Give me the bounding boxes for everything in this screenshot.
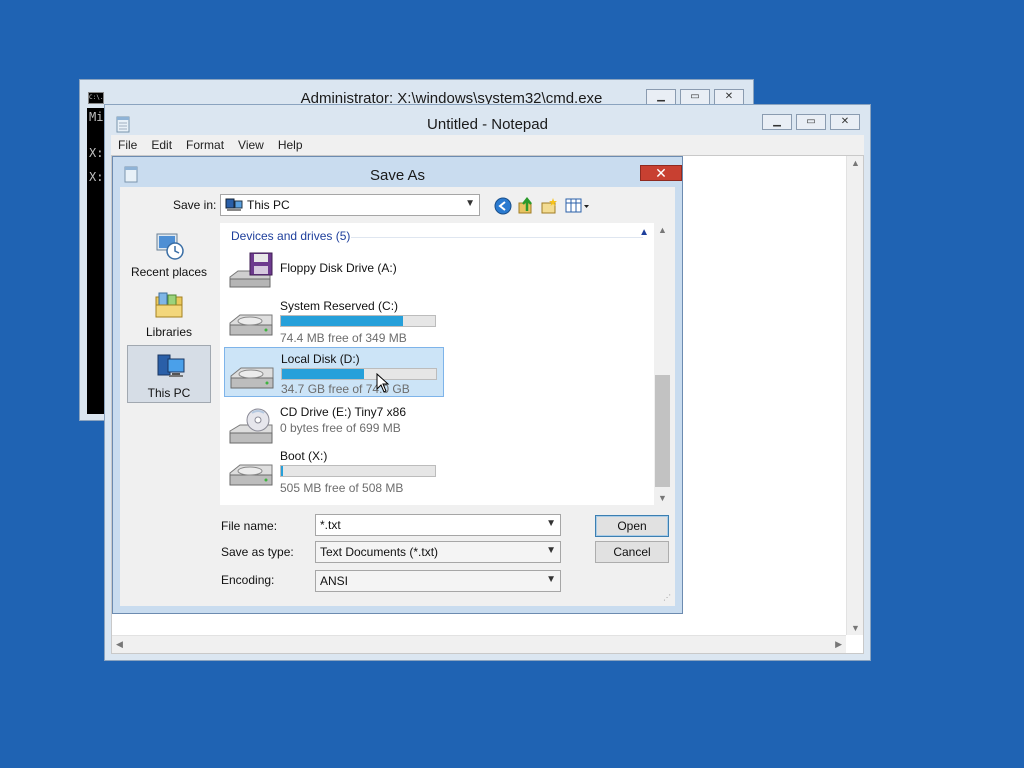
menu-help[interactable]: Help [271, 138, 310, 152]
drive-item-d[interactable]: Local Disk (D:) 34.7 GB free of 74.0 GB [224, 347, 444, 397]
drive-item-x[interactable]: Boot (X:) 505 MB free of 508 MB [224, 445, 444, 495]
chevron-down-icon: ▼ [546, 545, 556, 556]
place-recent-places[interactable]: Recent places [127, 225, 211, 283]
drive-free-space: 505 MB free of 508 MB [280, 481, 404, 495]
encoding-label: Encoding: [221, 573, 275, 587]
save-in-label: Save in: [173, 198, 217, 212]
drive-name: CD Drive (E:) Tiny7 x86 [280, 405, 407, 419]
drive-free-space: 34.7 GB free of 74.0 GB [281, 382, 410, 396]
this-pc-icon [157, 354, 185, 377]
encoding-dropdown[interactable]: ANSI ▼ [315, 570, 561, 592]
cmd-line: X: [89, 170, 104, 184]
drive-name: Floppy Disk Drive (A:) [280, 261, 397, 275]
scroll-up-icon[interactable]: ▲ [658, 225, 667, 235]
scroll-down-icon[interactable]: ▼ [851, 623, 860, 633]
drive-usage-bar [280, 315, 436, 327]
drive-name: System Reserved (C:) [280, 299, 399, 313]
chevron-down-icon: ▼ [465, 198, 475, 209]
notepad-horizontal-scrollbar[interactable]: ◀ ▶ [112, 635, 846, 653]
floppy-drive-icon [229, 252, 273, 288]
scroll-right-icon[interactable]: ▶ [835, 639, 842, 650]
menu-file[interactable]: File [111, 138, 144, 152]
notepad-close-button[interactable]: ✕ [830, 114, 860, 130]
mouse-pointer-icon [376, 373, 390, 393]
menu-format[interactable]: Format [179, 138, 231, 152]
save-as-dialog[interactable]: Save As ✕ Save in: This PC ▼ Recent plac… [112, 156, 683, 614]
cmd-minimize-button[interactable]: ▁ [646, 89, 676, 105]
back-icon[interactable] [494, 197, 512, 215]
drive-name: Boot (X:) [280, 449, 328, 463]
notepad-menubar: File Edit Format View Help [111, 135, 864, 155]
cmd-line: X: [89, 146, 104, 160]
place-label: Recent places [130, 265, 208, 279]
save-in-value: This PC [247, 198, 290, 212]
dialog-title: Save As [369, 167, 426, 184]
place-this-pc[interactable]: This PC [127, 345, 211, 403]
drive-item-floppy[interactable]: Floppy Disk Drive (A:) [224, 245, 444, 295]
notepad-minimize-button[interactable]: ▁ [762, 114, 792, 130]
scroll-down-icon[interactable]: ▼ [658, 493, 667, 503]
group-header-devices[interactable]: Devices and drives (5) [231, 229, 350, 243]
menu-edit[interactable]: Edit [144, 138, 179, 152]
file-name-value: *.txt [320, 518, 341, 532]
drive-usage-bar [281, 368, 437, 380]
notepad-vertical-scrollbar[interactable]: ▲ ▼ [846, 156, 863, 635]
list-vertical-scrollbar[interactable]: ▲ ▼ [654, 223, 671, 505]
up-folder-icon[interactable] [517, 197, 535, 215]
drive-name: Local Disk (D:) [281, 352, 360, 366]
view-menu-icon[interactable] [565, 197, 591, 215]
recent-places-icon [156, 233, 184, 260]
usage-fill [282, 369, 364, 379]
file-list-view[interactable]: Devices and drives (5) ▲ ▲ ▼ Floppy Disk… [220, 223, 671, 505]
open-button[interactable]: Open [595, 515, 669, 537]
chevron-down-icon[interactable]: ▼ [546, 518, 556, 529]
collapse-chevron-icon[interactable]: ▲ [639, 227, 649, 238]
file-name-label: File name: [221, 519, 278, 533]
libraries-icon [155, 292, 183, 318]
dialog-close-button[interactable]: ✕ [640, 165, 682, 181]
cmd-close-button[interactable]: ✕ [714, 89, 744, 105]
cmd-maximize-button[interactable]: ▭ [680, 89, 710, 105]
hard-drive-icon [230, 367, 274, 389]
menu-view[interactable]: View [231, 138, 271, 152]
scroll-up-icon[interactable]: ▲ [851, 158, 860, 168]
drive-item-e[interactable]: CD Drive (E:) Tiny7 x86 0 bytes free of … [224, 401, 444, 451]
drive-usage-bar [280, 465, 436, 477]
cd-drive-icon [229, 408, 273, 444]
scroll-left-icon[interactable]: ◀ [116, 639, 123, 650]
computer-icon [225, 198, 243, 211]
encoding-value: ANSI [320, 574, 349, 588]
place-label: This PC [147, 386, 191, 400]
save-as-type-value: Text Documents (*.txt) [320, 545, 439, 559]
notepad-title: Untitled - Notepad [427, 116, 548, 133]
save-in-dropdown[interactable]: This PC ▼ [220, 194, 480, 216]
save-as-type-label: Save as type: [221, 545, 294, 559]
place-label: Libraries [145, 325, 193, 339]
dialog-body: Save in: This PC ▼ Recent places Librari… [120, 187, 675, 606]
group-divider [351, 237, 643, 238]
chevron-down-icon: ▼ [546, 574, 556, 585]
drive-free-space: 0 bytes free of 699 MB [280, 421, 401, 435]
save-as-type-dropdown[interactable]: Text Documents (*.txt) ▼ [315, 541, 561, 563]
drive-free-space: 74.4 MB free of 349 MB [280, 331, 407, 345]
places-bar: Recent places Libraries This PC [127, 225, 213, 405]
cancel-button[interactable]: Cancel [595, 541, 669, 563]
resize-grip-icon[interactable]: ⋰ [663, 593, 671, 602]
notepad-maximize-button[interactable]: ▭ [796, 114, 826, 130]
place-libraries[interactable]: Libraries [127, 285, 211, 343]
hard-drive-icon [229, 464, 273, 486]
drive-item-c[interactable]: System Reserved (C:) 74.4 MB free of 349… [224, 295, 444, 345]
hard-drive-icon [229, 314, 273, 336]
usage-fill [281, 316, 403, 326]
new-folder-icon[interactable] [540, 197, 558, 215]
cmd-line: Mi [89, 110, 104, 124]
scrollbar-thumb[interactable] [655, 375, 670, 487]
file-name-input[interactable]: *.txt ▼ [315, 514, 561, 536]
usage-fill [281, 466, 283, 476]
